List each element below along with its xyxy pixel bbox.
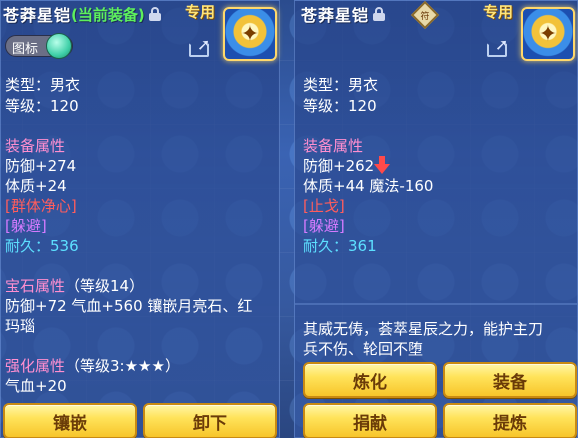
- enhance-level: （等级3:★★★）: [65, 357, 180, 375]
- exclusive-label: 专用: [185, 3, 216, 21]
- special-skill: [止戈]: [303, 197, 345, 215]
- constitution-magic-stat: 体质+44 魔法-160: [303, 177, 434, 195]
- enhance-attr-row: 强化属性（等级3:★★★）: [5, 355, 180, 376]
- share-icon[interactable]: ➚: [189, 37, 215, 57]
- durability: 耐久：361: [303, 237, 377, 255]
- compare-item-panel: 苍莽星铠 符 专用 ✦ ➚ 类型：男衣 等级：120 装备属性 防御+262 体…: [294, 0, 578, 438]
- defense-stat: 防御+274: [5, 157, 77, 175]
- equipped-tag: (当前装备): [71, 5, 145, 24]
- item-type: 类型：男衣: [5, 76, 81, 94]
- divider: [295, 303, 577, 305]
- lock-icon: [373, 7, 386, 21]
- item-title-row: 苍莽星铠 (当前装备): [3, 3, 161, 25]
- description-line2: 兵不伤、轮回不堕: [303, 340, 424, 358]
- special-effect: [躲避]: [5, 217, 47, 235]
- gem-stat-line1: 防御+72 气血+560 镶嵌月亮石、红: [5, 297, 253, 315]
- gem-stat-line2: 玛瑙: [5, 317, 36, 335]
- gem-attr-row: 宝石属性（等级14）: [5, 275, 144, 296]
- description-line1: 其威无俦，荟萃星辰之力，能护主刀: [303, 320, 544, 338]
- defense-stat-row: 防御+262: [303, 155, 391, 176]
- item-name: 苍莽星铠: [301, 6, 370, 25]
- special-effect: [躲避]: [303, 217, 345, 235]
- equip-attr-header: 装备属性: [303, 137, 364, 155]
- gem-attr-header: 宝石属性: [5, 277, 66, 295]
- equipped-item-panel: 苍莽星铠 (当前装备) 专用 ✦ ➚ 图标 类型：男衣 等级：120 装备属性 …: [0, 0, 280, 438]
- inlay-button[interactable]: 镶嵌: [3, 403, 137, 438]
- item-type: 类型：男衣: [303, 76, 379, 94]
- toggle-knob: [46, 33, 72, 59]
- icon-toggle[interactable]: 图标: [5, 33, 73, 59]
- item-level: 等级：120: [303, 97, 377, 115]
- enhance-attr-header: 强化属性: [5, 357, 66, 375]
- item-title-row: 苍莽星铠: [301, 3, 386, 25]
- seal-icon: 符: [410, 0, 440, 30]
- enhance-stat-line1: 气血+20: [5, 377, 67, 395]
- refine-button[interactable]: 炼化: [303, 362, 437, 398]
- item-level: 等级：120: [5, 97, 79, 115]
- armor-item-icon[interactable]: ✦: [223, 7, 277, 61]
- decrease-arrow-icon: [374, 156, 391, 174]
- equip-attr-header: 装备属性: [5, 137, 66, 155]
- special-skill: [群体净心]: [5, 197, 77, 215]
- equip-button[interactable]: 装备: [443, 362, 577, 398]
- unequip-button[interactable]: 卸下: [143, 403, 277, 438]
- donate-button[interactable]: 捐献: [303, 403, 437, 438]
- exclusive-label: 专用: [483, 3, 514, 21]
- item-name: 苍莽星铠: [3, 6, 72, 25]
- share-icon[interactable]: ➚: [487, 37, 513, 57]
- icon-toggle-label: 图标: [12, 42, 39, 57]
- defense-stat: 防御+262: [303, 157, 375, 175]
- gem-level: （等级14）: [65, 277, 145, 295]
- extract-button[interactable]: 提炼: [443, 403, 577, 438]
- durability: 耐久：536: [5, 237, 79, 255]
- lock-icon: [148, 7, 161, 21]
- constitution-stat: 体质+24: [5, 177, 67, 195]
- armor-item-icon[interactable]: ✦: [521, 7, 575, 61]
